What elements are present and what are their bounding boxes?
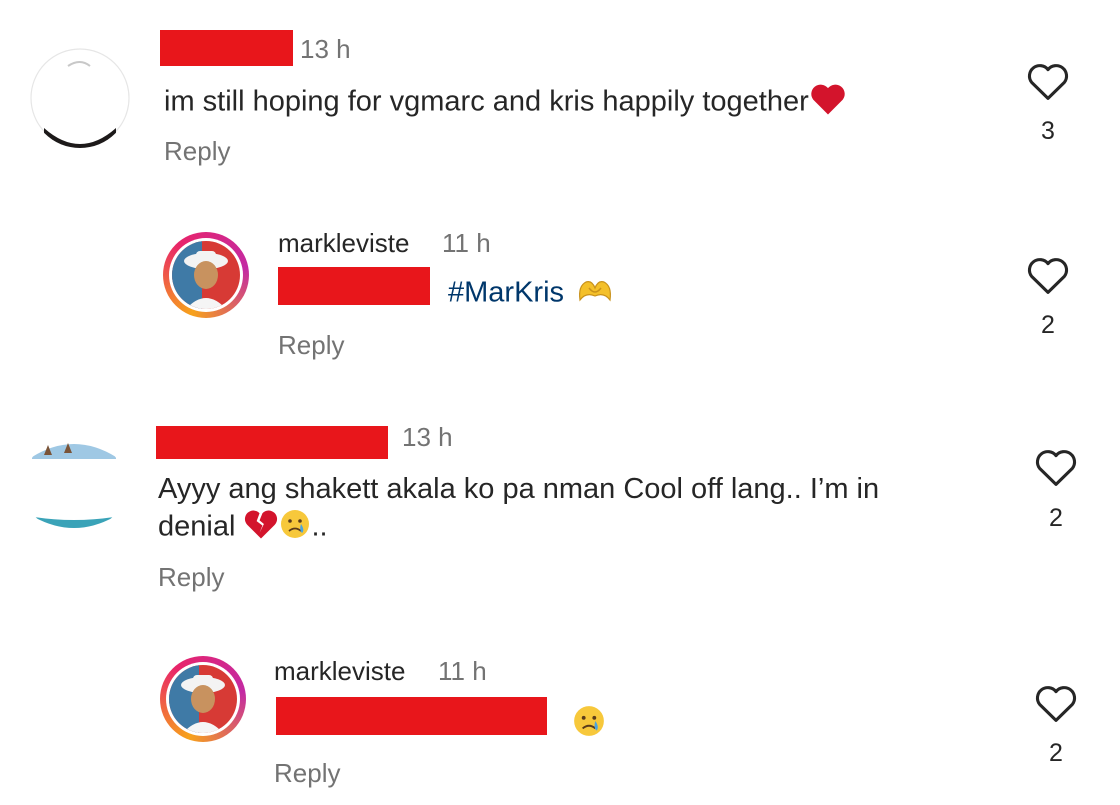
redacted-text: [276, 697, 547, 735]
comment-text-word: denial: [158, 510, 236, 543]
like-button[interactable]: [1023, 256, 1073, 296]
like-button[interactable]: [1023, 62, 1073, 102]
heart-outline-icon: [1035, 450, 1077, 486]
hashtag-link[interactable]: #MarKris: [448, 276, 614, 312]
comment-time: 11 h: [438, 656, 487, 686]
reply-button[interactable]: Reply: [274, 758, 340, 789]
comment-text-line2: denial ..: [158, 508, 328, 548]
red-heart-icon: [809, 82, 847, 124]
heart-outline-icon: [1035, 686, 1077, 722]
comment-1: 13 h im still hoping for vgmarc and kris…: [0, 0, 1120, 200]
comment-text-content: im still hoping for vgmarc and kris happ…: [164, 85, 809, 118]
avatar-inner-ring: [166, 662, 240, 736]
comment-time: 13 h: [300, 34, 351, 64]
profile-photo: [169, 665, 237, 733]
comment-time: 13 h: [402, 422, 453, 452]
hashtag-text: #MarKris: [448, 276, 565, 309]
like-count: 3: [1041, 117, 1055, 145]
comment-4-reply: markleviste 11 h Reply 2: [0, 620, 1120, 805]
reply-button[interactable]: Reply: [164, 136, 230, 167]
markleviste-avatar[interactable]: [160, 656, 246, 742]
like-button[interactable]: [1031, 448, 1081, 488]
heart-outline-icon: [1027, 258, 1069, 294]
like-count: 2: [1041, 311, 1055, 339]
comment-3: 13 h Ayyy ang shakett akala ko pa nman C…: [0, 400, 1120, 620]
heart-outline-icon: [1027, 64, 1069, 100]
comment-2-reply: markleviste 11 h #MarKris Reply 2: [0, 200, 1120, 400]
comment-username[interactable]: markleviste: [278, 228, 409, 259]
crying-face-icon: [279, 508, 311, 548]
broken-heart-icon: [243, 508, 279, 548]
like-button[interactable]: [1031, 684, 1081, 724]
like-count: 2: [1049, 739, 1063, 767]
comment-username[interactable]: markleviste: [274, 656, 405, 687]
comment-time: 11 h: [442, 228, 491, 258]
commenter-avatar[interactable]: [30, 48, 130, 148]
profile-photo: [172, 241, 240, 309]
redacted-username: [156, 426, 388, 459]
comment-text: im still hoping for vgmarc and kris happ…: [164, 82, 847, 124]
comment-text-line1: Ayyy ang shakett akala ko pa nman Cool o…: [158, 473, 880, 505]
redacted-mention: [278, 267, 430, 305]
comment-text-suffix: ..: [311, 510, 328, 543]
redacted-username: [160, 30, 293, 66]
like-count: 2: [1049, 504, 1063, 532]
avatar-inner-ring: [169, 238, 243, 312]
reply-button[interactable]: Reply: [158, 562, 224, 593]
crying-face-icon: [572, 704, 606, 743]
heart-hands-icon: [576, 276, 614, 312]
markleviste-avatar[interactable]: [163, 232, 249, 318]
reply-button[interactable]: Reply: [278, 330, 344, 361]
commenter-avatar[interactable]: [24, 435, 124, 535]
